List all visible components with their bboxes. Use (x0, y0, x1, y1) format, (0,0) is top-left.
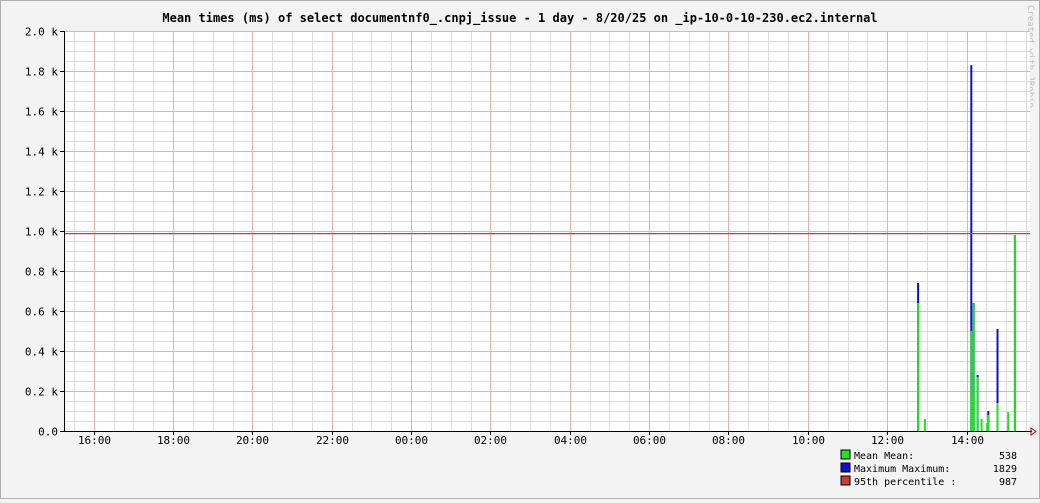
y-tick-label: 0.8 k (25, 266, 58, 279)
mean-bar (980, 419, 983, 431)
mean-bar (996, 403, 999, 431)
y-tick-label: 0.0 (38, 426, 58, 439)
legend-value: 1829 (993, 464, 1017, 475)
mean-bar (987, 415, 990, 431)
x-tick-label: 00:00 (395, 434, 428, 447)
x-tick-label: 18:00 (157, 434, 190, 447)
y-tick-label: 1.2 k (25, 186, 58, 199)
chart-title: Mean times (ms) of select documentnf0_.c… (162, 11, 877, 26)
x-tick-label: 12:00 (871, 434, 904, 447)
y-tick-label: 2.0 k (25, 26, 58, 39)
x-tick-label: 14:00 (951, 434, 984, 447)
mean-bar (1007, 412, 1010, 431)
y-tick-label: 1.0 k (25, 226, 58, 239)
y-tick-label: 0.4 k (25, 346, 58, 359)
x-tick-label: 20:00 (236, 434, 269, 447)
y-tick-label: 0.6 k (25, 306, 58, 319)
legend-swatch (840, 462, 851, 473)
x-tick-label: 10:00 (792, 434, 825, 447)
legend-swatch (840, 449, 851, 460)
mean-bar (923, 419, 926, 431)
mean-bar (1013, 235, 1016, 431)
mean-bar (917, 303, 920, 431)
x-tick-label: 04:00 (554, 434, 587, 447)
x-tick-label: 22:00 (316, 434, 349, 447)
x-tick-label: 16:00 (78, 434, 111, 447)
x-tick-label: 08:00 (712, 434, 745, 447)
x-tick-label: 02:00 (474, 434, 507, 447)
mean-times-chart: Mean times (ms) of select documentnf0_.c… (0, 0, 1040, 499)
y-tick-label: 1.8 k (25, 66, 58, 79)
chart-frame: Mean times (ms) of select documentnf0_.c… (0, 0, 1040, 499)
legend-label: Mean Mean: (854, 451, 914, 462)
legend-value: 538 (999, 451, 1017, 462)
x-tick-label: 06:00 (633, 434, 666, 447)
legend-label: Maximum Maximum: (854, 464, 950, 475)
y-tick-label: 1.4 k (25, 146, 58, 159)
mean-bar (972, 303, 975, 431)
legend-value: 987 (999, 477, 1017, 488)
legend-swatch (840, 475, 851, 486)
y-tick-label: 0.2 k (25, 386, 58, 399)
legend-label: 95th percentile : (854, 477, 956, 488)
y-tick-label: 1.6 k (25, 106, 58, 119)
mean-bar (976, 377, 979, 431)
